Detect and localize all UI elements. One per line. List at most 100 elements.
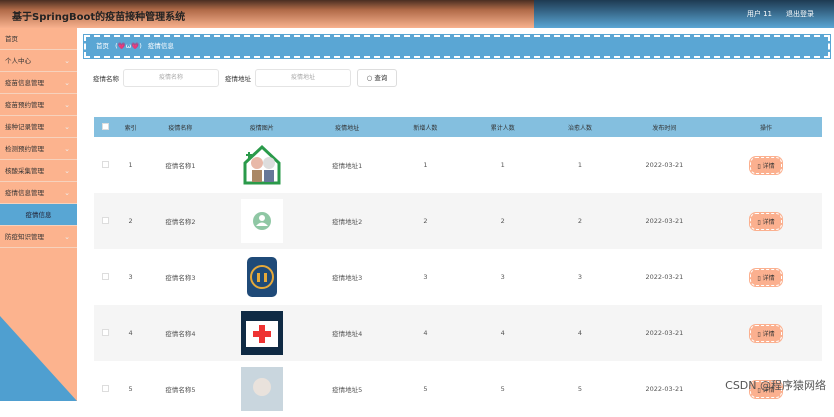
sidebar-item-3[interactable]: 疫苗预约管理 ⌄ — [0, 94, 77, 116]
sidebar-item-label: 首页 — [5, 35, 18, 43]
sidebar-item-8[interactable]: 疫情信息 — [0, 204, 77, 226]
address-input[interactable]: 疫情地址 — [255, 69, 351, 87]
row-checkbox[interactable] — [101, 160, 109, 168]
elderly-care-icon — [241, 143, 283, 187]
column-header: 疫情图片 — [216, 117, 308, 137]
chevron-down-icon: ⌄ — [64, 101, 70, 109]
sidebar-item-2[interactable]: 疫苗信息管理 ⌄ — [0, 72, 77, 94]
column-header: 疫情名称 — [144, 117, 216, 137]
detail-button[interactable]: ▯ 详情 — [749, 211, 783, 231]
cell-index: 2 — [116, 193, 145, 249]
person-icon — [240, 199, 283, 243]
search-bar: 疫情名称 疫情名称 疫情地址 疫情地址 ○ 查询 — [93, 68, 397, 88]
cell-address: 疫情地址2 — [307, 193, 387, 249]
logout-button[interactable]: 退出登录 — [786, 10, 814, 18]
cell-name: 疫情名称4 — [144, 305, 216, 361]
cell-cured: 3 — [577, 273, 583, 281]
table-row: 5 疫情名称5 疫情地址5 5 5 5 2022-03-21 ▯ 详情 — [94, 361, 822, 417]
detail-button[interactable]: ▯ 详情 — [749, 155, 783, 175]
cell-date: 2022-03-21 — [645, 273, 684, 281]
cell-date: 2022-03-21 — [618, 193, 711, 249]
sidebar-item-label: 检测预约管理 — [5, 145, 44, 153]
sidebar-item-label: 防疫知识管理 — [5, 233, 44, 241]
sidebar-item-7[interactable]: 疫情信息管理 ⌄ — [0, 182, 77, 204]
name-label: 疫情名称 — [93, 75, 119, 83]
cell-name: 疫情名称3 — [165, 274, 196, 282]
column-header: 新增人数 — [386, 117, 465, 137]
cell-date: 2022-03-21 — [645, 161, 684, 169]
user-label: 用户 11 — [746, 10, 772, 18]
table-row: 3 疫情名称3 疫情地址3 3 3 3 2022-03-21 ▯ 详情 — [94, 249, 822, 305]
first-aid-icon — [240, 311, 283, 355]
cell-total: 5 — [500, 385, 505, 393]
cell-total: 2 — [464, 193, 542, 249]
sidebar-item-label: 核酸采集管理 — [5, 167, 44, 175]
sidebar-item-label: 个人中心 — [5, 57, 31, 65]
row-checkbox[interactable] — [101, 272, 109, 280]
table-row: 1 疫情名称1 疫情地址1 1 1 1 2022-03-21 ▯ 详情 — [94, 137, 822, 193]
cell-total: 1 — [500, 161, 505, 169]
name-input[interactable]: 疫情名称 — [123, 69, 219, 87]
sidebar-item-1[interactable]: 个人中心 ⌄ — [0, 50, 77, 72]
detail-button[interactable]: ▯ 详情 — [749, 267, 783, 287]
app-title: 基于SpringBoot的疫苗接种管理系统 — [12, 12, 186, 23]
cell-cured: 4 — [541, 305, 619, 361]
sidebar-item-label: 疫苗信息管理 — [5, 79, 44, 87]
sidebar-item-4[interactable]: 接种记录管理 ⌄ — [0, 116, 77, 138]
cell-new: 2 — [386, 193, 465, 249]
sidebar-item-label: 疫情信息 — [25, 211, 52, 219]
cell-total: 3 — [500, 273, 505, 281]
cell-cured: 1 — [577, 161, 583, 169]
cell-index: 3 — [128, 273, 133, 281]
doctor-photo — [240, 367, 283, 411]
column-header: 疫情地址 — [307, 117, 387, 137]
cell-date: 2022-03-21 — [618, 305, 711, 361]
chevron-down-icon: ⌄ — [64, 79, 70, 87]
sidebar-item-label: 疫苗预约管理 — [5, 101, 44, 109]
column-header: 索引 — [116, 117, 145, 137]
row-checkbox[interactable] — [101, 384, 109, 392]
breadcrumb-home[interactable]: 首页 — [96, 42, 109, 50]
sidebar-item-label: 接种记录管理 — [5, 123, 44, 131]
cell-name: 疫情名称2 — [144, 193, 216, 249]
search-button[interactable]: ○ 查询 — [357, 69, 397, 87]
table-row: 2 疫情名称2 疫情地址2 2 2 2 2022-03-21 ▯ 详情 — [94, 193, 822, 249]
sidebar-item-5[interactable]: 检测预约管理 ⌄ — [0, 138, 77, 160]
breadcrumb-current: 疫情信息 — [147, 42, 174, 50]
breadcrumb-separator: (💗ω💗) — [115, 42, 142, 50]
sidebar-item-9[interactable]: 防疫知识管理 ⌄ — [0, 226, 77, 248]
family-icon — [241, 255, 283, 299]
cell-new: 3 — [423, 273, 428, 281]
cell-cured: 2 — [541, 193, 619, 249]
chevron-down-icon: ⌄ — [64, 167, 70, 175]
cell-address: 疫情地址3 — [332, 274, 363, 282]
cell-date: 2022-03-21 — [645, 385, 684, 393]
top-header: 基于SpringBoot的疫苗接种管理系统 用户 11 退出登录 — [0, 0, 834, 28]
chevron-down-icon: ⌄ — [64, 145, 70, 153]
column-header: 发布时间 — [618, 117, 711, 137]
breadcrumb: 首页 (💗ω💗) 疫情信息 — [83, 34, 831, 59]
row-checkbox[interactable] — [101, 328, 109, 336]
sidebar-item-label: 疫情信息管理 — [5, 189, 44, 197]
sidebar-item-0[interactable]: 首页 — [0, 28, 77, 50]
cell-total: 4 — [464, 305, 542, 361]
cell-name: 疫情名称1 — [165, 162, 196, 170]
column-header: 操作 — [710, 117, 822, 137]
cell-cured: 5 — [577, 385, 583, 393]
sidebar-item-6[interactable]: 核酸采集管理 ⌄ — [0, 160, 77, 182]
select-all-checkbox[interactable] — [101, 122, 109, 130]
chevron-down-icon: ⌄ — [64, 123, 70, 131]
data-table: 索引 疫情名称 疫情图片 疫情地址 新增人数 累计人数 治愈人数 发布时间 操作 1 疫情名称1 疫… — [94, 117, 822, 417]
chevron-down-icon: ⌄ — [64, 233, 70, 241]
sidebar: 首页 个人中心 ⌄ 疫苗信息管理 ⌄ 疫苗预约管理 ⌄ 接种记录管理 ⌄ 检测预约管理 ⌄ 核酸采集管… — [0, 28, 77, 401]
cell-address: 疫情地址5 — [332, 386, 363, 394]
cell-address: 疫情地址1 — [332, 162, 363, 170]
chevron-down-icon: ⌄ — [64, 189, 70, 197]
column-header: 治愈人数 — [541, 117, 619, 137]
row-checkbox[interactable] — [101, 216, 109, 224]
column-header: 累计人数 — [464, 117, 542, 137]
chevron-down-icon: ⌄ — [64, 57, 70, 65]
cell-new: 5 — [423, 385, 428, 393]
cell-index: 4 — [116, 305, 145, 361]
detail-button[interactable]: ▯ 详情 — [749, 323, 783, 343]
